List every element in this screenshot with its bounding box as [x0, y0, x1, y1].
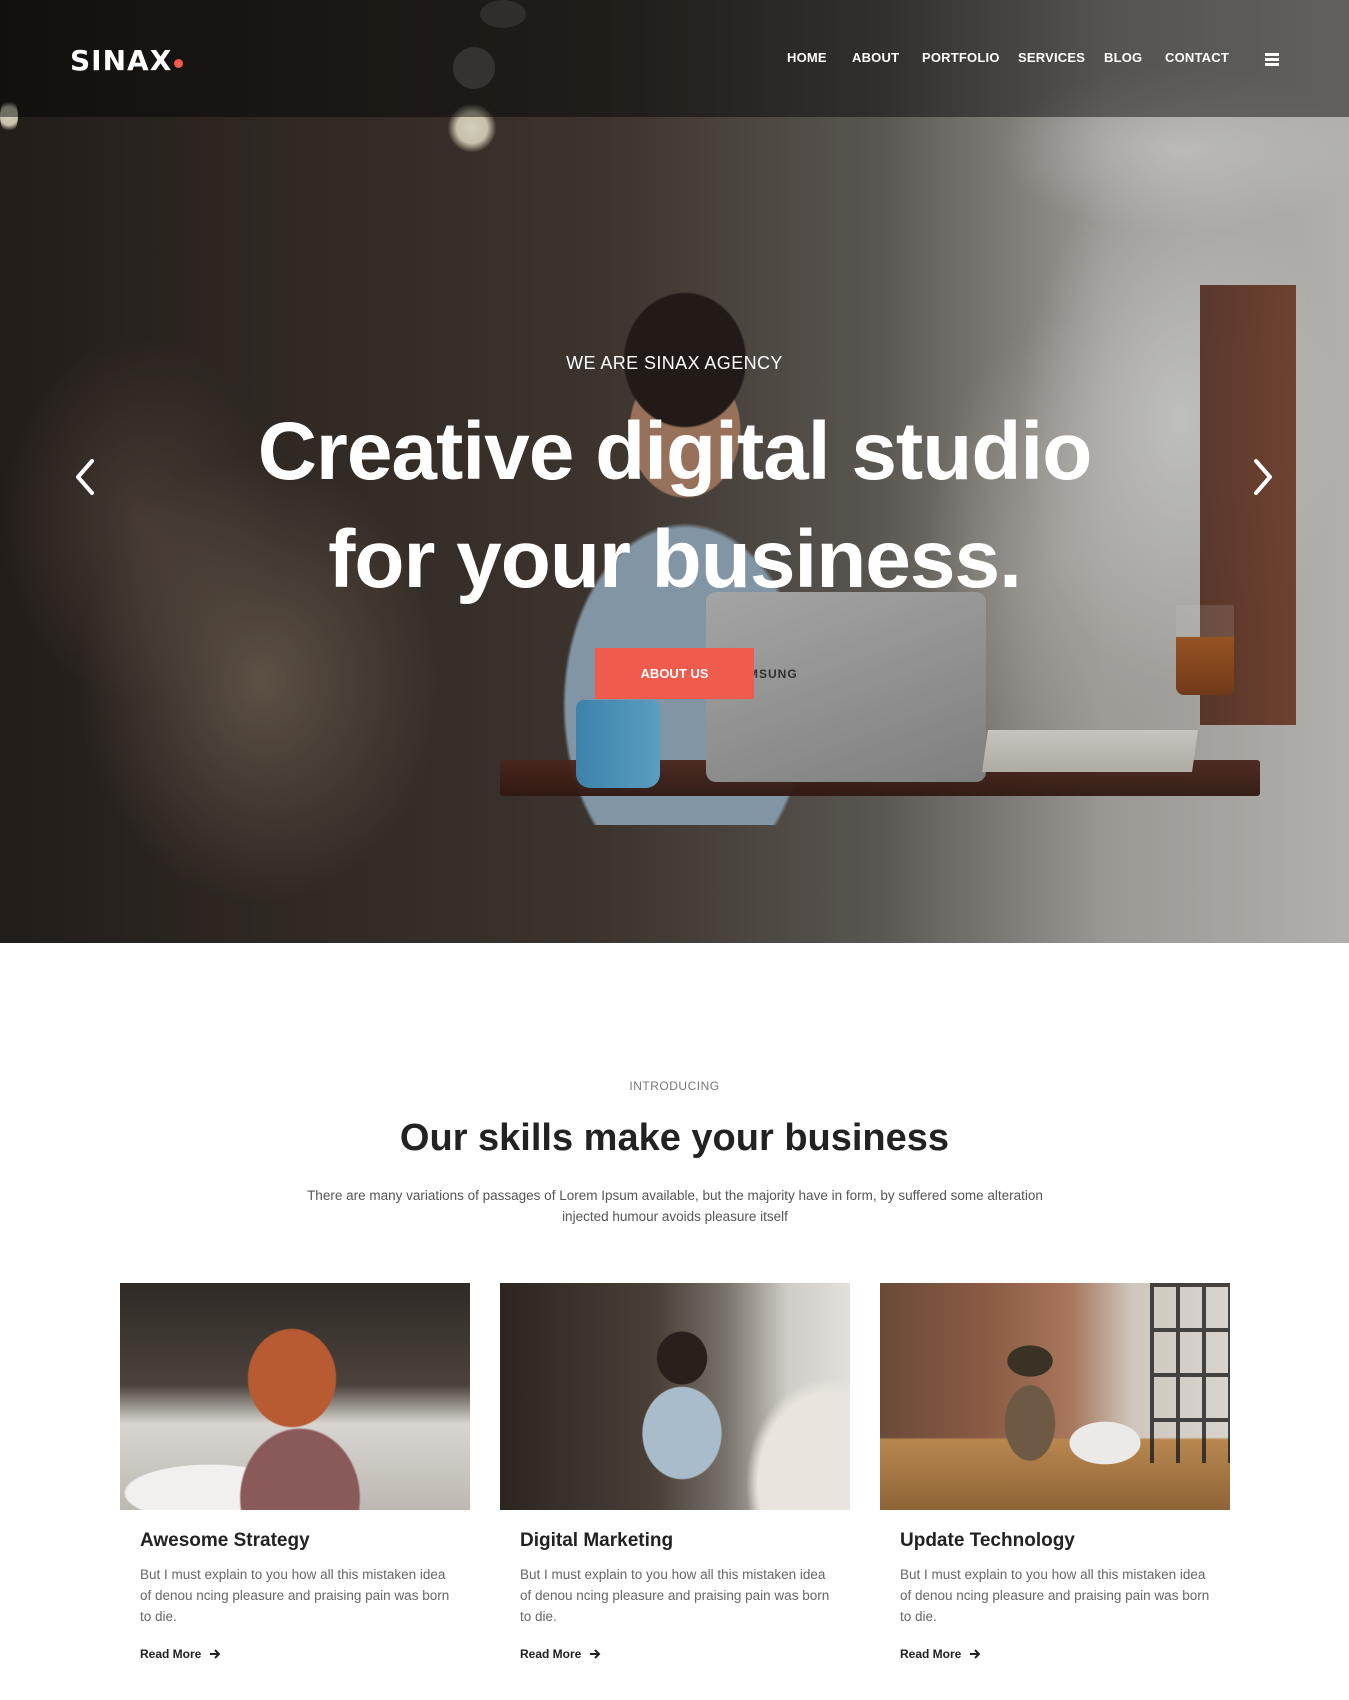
card-text: But I must explain to you how all this m…	[520, 1567, 830, 1624]
hero-title-line-1: Creative digital studio	[257, 406, 1093, 497]
read-more-label: Read More	[520, 1647, 582, 1661]
card-image[interactable]	[120, 1283, 470, 1510]
hero-eyebrow: WE ARE SINAX AGENCY	[566, 353, 783, 373]
card-text: But I must explain to you how all this m…	[140, 1567, 450, 1624]
read-more-link[interactable]: Read More	[520, 1647, 601, 1661]
nav-item-about[interactable]: ABOUT	[852, 50, 899, 65]
arrow-right-icon	[590, 1649, 601, 1659]
hero-section: WE ARE SINAX AGENCY Creative digital stu…	[0, 0, 1349, 943]
service-card: Awesome Strategy But I must explain to y…	[120, 1283, 470, 1663]
arrow-right-icon	[210, 1649, 221, 1659]
read-more-label: Read More	[900, 1647, 962, 1661]
nav-item-blog[interactable]: BLOG	[1104, 50, 1142, 65]
about-us-button[interactable]: ABOUT US	[595, 648, 754, 699]
intro-title: Our skills make your business	[399, 1117, 950, 1159]
card-title[interactable]: Digital Marketing	[520, 1530, 850, 1552]
read-more-link[interactable]: Read More	[900, 1647, 981, 1661]
card-text: But I must explain to you how all this m…	[900, 1567, 1210, 1624]
nav-item-services[interactable]: SERVICES	[1018, 50, 1085, 65]
card-image[interactable]	[880, 1283, 1230, 1510]
arrow-right-icon	[970, 1649, 981, 1659]
site-header: SINAX HOME ABOUT PORTFOLIO SERVICES BLOG…	[0, 0, 1349, 117]
nav-item-contact[interactable]: CONTACT	[1165, 50, 1229, 65]
intro-text: There are many variations of passages of…	[307, 1188, 1043, 1224]
card-title[interactable]: Awesome Strategy	[140, 1530, 470, 1552]
card-image[interactable]	[500, 1283, 850, 1510]
main-nav: HOME ABOUT PORTFOLIO SERVICES BLOG CONTA…	[0, 50, 1349, 70]
service-card: Digital Marketing But I must explain to …	[500, 1283, 850, 1663]
nav-item-home[interactable]: HOME	[787, 50, 827, 65]
card-title[interactable]: Update Technology	[900, 1530, 1230, 1552]
read-more-label: Read More	[140, 1647, 202, 1661]
intro-eyebrow: INTRODUCING	[629, 1079, 720, 1093]
hero-title-line-2: for your business.	[328, 514, 1022, 605]
hero-title: Creative digital studio for your busines…	[0, 398, 1349, 614]
nav-item-portfolio[interactable]: PORTFOLIO	[922, 50, 1000, 65]
hamburger-menu-icon[interactable]	[1265, 53, 1279, 66]
read-more-link[interactable]: Read More	[140, 1647, 221, 1661]
service-card: Update Technology But I must explain to …	[880, 1283, 1230, 1663]
